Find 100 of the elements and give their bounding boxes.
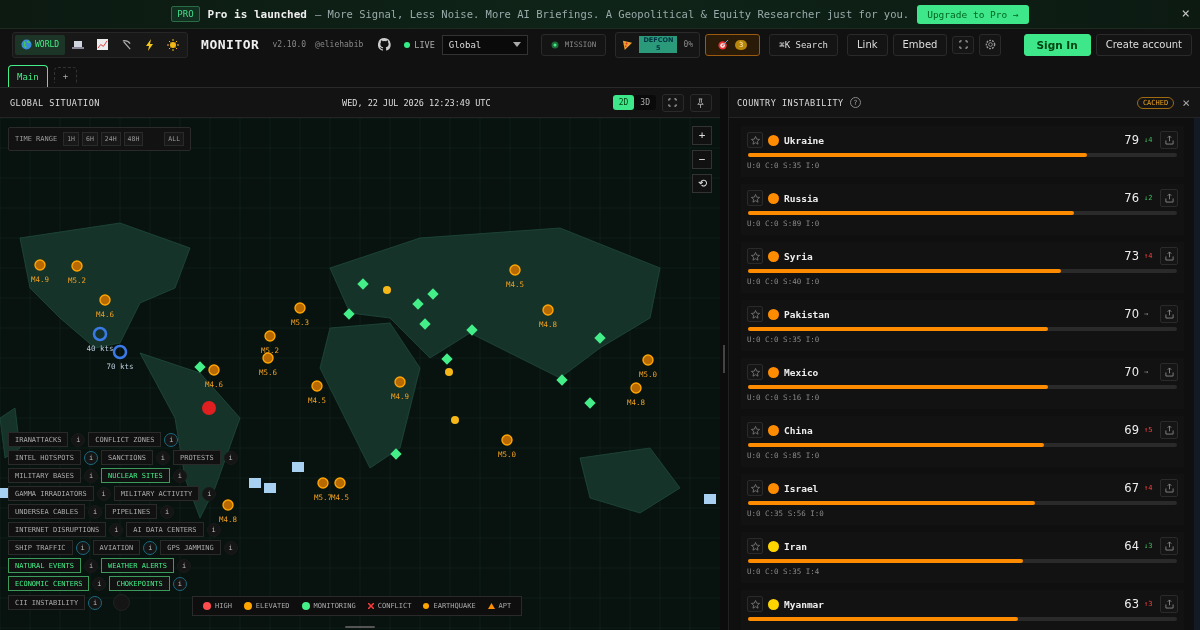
share-button[interactable] [1160, 537, 1178, 555]
region-select[interactable]: Global [441, 34, 528, 55]
star-button[interactable] [747, 132, 763, 148]
fullscreen-button[interactable] [952, 35, 975, 54]
country-name: Ukraine [784, 134, 825, 146]
panel-title: COUNTRY INSTABILITY [737, 97, 844, 108]
quake-marker[interactable] [334, 477, 346, 489]
close-button[interactable]: × [1180, 96, 1192, 109]
embed-button[interactable]: Embed [892, 33, 948, 56]
star-icon [750, 425, 760, 435]
github-icon[interactable] [378, 38, 392, 51]
create-account-button[interactable]: Create account [1095, 33, 1192, 56]
view-toggle[interactable]: 3D [634, 95, 656, 110]
quake-marker[interactable] [222, 499, 234, 511]
monitoring-marker[interactable] [441, 353, 453, 365]
quake-marker[interactable] [294, 302, 306, 314]
score-value: 64 [1124, 539, 1139, 553]
settings-button[interactable] [979, 33, 1002, 56]
resize-handle[interactable] [723, 345, 725, 373]
quake-marker[interactable] [264, 330, 276, 342]
quake-marker[interactable] [642, 354, 654, 366]
zoom-button[interactable]: ⟲ [692, 174, 712, 193]
fullscreen-button[interactable] [662, 93, 684, 112]
star-button[interactable] [747, 190, 763, 206]
storm-marker[interactable] [92, 326, 108, 342]
share-button[interactable] [1160, 479, 1178, 497]
star-icon [750, 251, 760, 261]
close-button[interactable]: × [1181, 6, 1190, 20]
share-icon [1164, 483, 1174, 493]
star-button[interactable] [747, 422, 763, 438]
view-toggle[interactable]: 2D [612, 95, 635, 110]
share-button[interactable] [1160, 131, 1178, 149]
pickaxe-icon [121, 39, 133, 50]
quake-marker[interactable] [262, 352, 274, 364]
share-icon [1164, 425, 1174, 435]
high-alert-marker[interactable] [202, 401, 216, 415]
link-button[interactable]: Link [847, 33, 888, 56]
monitoring-marker[interactable] [419, 318, 431, 330]
monitoring-marker[interactable] [466, 324, 478, 336]
quake-marker[interactable] [542, 304, 554, 316]
country-name: Pakistan [784, 308, 830, 320]
storm-marker[interactable] [112, 344, 128, 360]
monitoring-marker[interactable] [343, 308, 355, 320]
globe-icon [21, 39, 32, 50]
search-button[interactable]: ⌘K Search [769, 33, 839, 56]
star-icon [750, 599, 760, 609]
monitoring-marker[interactable] [556, 374, 568, 386]
fullscreen-icon [668, 98, 678, 107]
share-button[interactable] [1160, 595, 1178, 613]
zoom-button[interactable]: + [692, 126, 712, 145]
sign-in-button[interactable]: Sign In [1023, 33, 1091, 56]
chart-icon [97, 39, 109, 50]
quake-marker[interactable] [509, 264, 521, 276]
star-button[interactable] [747, 596, 763, 612]
score-value: 70 [1124, 365, 1139, 379]
variant-button[interactable]: WORLD [15, 34, 66, 55]
sun-marker[interactable] [451, 416, 459, 424]
dartboard-icon [718, 39, 730, 50]
score-value: 76 [1124, 191, 1139, 205]
quake-marker[interactable] [208, 364, 220, 376]
quake-marker[interactable] [394, 376, 406, 388]
monitoring-marker[interactable] [584, 397, 596, 409]
quake-marker[interactable] [34, 259, 46, 271]
quake-marker[interactable] [99, 294, 111, 306]
zoom-button[interactable]: − [692, 150, 712, 169]
monitoring-marker[interactable] [427, 288, 439, 300]
quake-marker[interactable] [311, 380, 323, 392]
star-button[interactable] [747, 364, 763, 380]
monitoring-marker[interactable] [390, 448, 402, 460]
tab[interactable]: Main [8, 65, 48, 87]
version-text: v2.10.0 [272, 40, 307, 49]
sun-marker[interactable] [383, 286, 391, 294]
star-button[interactable] [747, 248, 763, 264]
share-icon [1164, 541, 1174, 551]
share-button[interactable] [1160, 363, 1178, 381]
sun-marker[interactable] [445, 368, 453, 376]
quake-marker[interactable] [71, 260, 83, 272]
share-icon [1164, 599, 1174, 609]
score-value: 79 [1124, 133, 1139, 147]
monitoring-marker[interactable] [194, 361, 206, 373]
quake-marker[interactable] [501, 434, 513, 446]
monitoring-marker[interactable] [594, 332, 606, 344]
resize-handle[interactable] [345, 626, 375, 628]
share-button[interactable] [1160, 421, 1178, 439]
star-button[interactable] [747, 306, 763, 322]
share-button[interactable] [1160, 247, 1178, 265]
author-link[interactable]: @eliehabib [315, 40, 364, 49]
star-button[interactable] [747, 538, 763, 554]
star-button[interactable] [747, 480, 763, 496]
pizza-icon [622, 39, 634, 50]
pin-button[interactable] [690, 93, 712, 112]
upgrade-button[interactable]: Upgrade to Pro → [917, 4, 1029, 24]
share-button[interactable] [1160, 305, 1178, 323]
monitoring-marker[interactable] [357, 278, 369, 290]
lightning-icon [145, 38, 155, 51]
quake-marker[interactable] [630, 382, 642, 394]
monitoring-marker[interactable] [412, 298, 424, 310]
tab[interactable]: + [53, 67, 78, 83]
quake-marker[interactable] [317, 477, 329, 489]
share-button[interactable] [1160, 189, 1178, 207]
